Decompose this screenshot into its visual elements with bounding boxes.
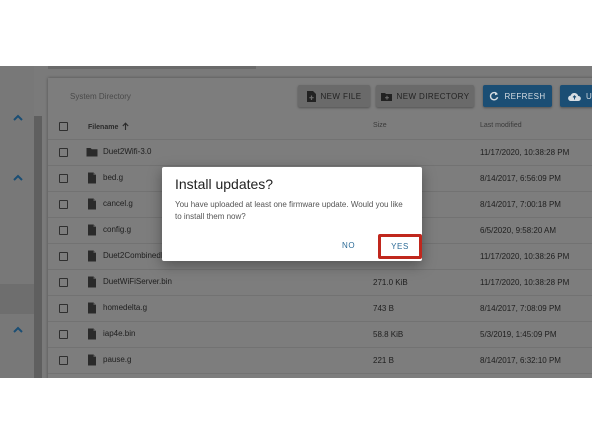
row-checkbox[interactable] xyxy=(59,330,68,339)
sidebar-item-active[interactable] xyxy=(0,284,34,314)
row-checkbox[interactable] xyxy=(59,174,68,183)
file-name[interactable]: Duet2CombinedF xyxy=(103,251,166,260)
table-row[interactable]: iap4e.bin 58.8 KiB 5/3/2019, 1:45:09 PM xyxy=(48,322,592,348)
table-row[interactable]: pause.g 221 B 8/14/2017, 6:32:10 PM xyxy=(48,348,592,374)
file-name[interactable]: DuetWiFiServer.bin xyxy=(103,277,172,286)
upload-button[interactable]: U xyxy=(560,85,592,107)
refresh-icon xyxy=(490,91,499,101)
new-directory-label: NEW DIRECTORY xyxy=(396,91,470,101)
row-checkbox[interactable] xyxy=(59,252,68,261)
file-last-modified: 6/5/2020, 9:58:20 AM xyxy=(480,226,557,235)
column-header-filename[interactable]: Filename xyxy=(88,122,129,131)
dialog-message: You have uploaded at least one firmware … xyxy=(175,200,403,221)
file-name[interactable]: iap4e.bin xyxy=(103,329,135,338)
file-icon xyxy=(88,250,96,262)
chevron-up-icon[interactable] xyxy=(12,324,24,336)
file-size: 743 B xyxy=(373,304,394,313)
file-size: 221 B xyxy=(373,356,394,365)
sidebar xyxy=(0,66,34,378)
chevron-up-icon[interactable] xyxy=(12,112,24,124)
file-name[interactable]: Duet2Wifi-3.0 xyxy=(103,147,151,156)
table-row[interactable]: Duet2Wifi-3.0 11/17/2020, 10:38:28 PM xyxy=(48,140,592,166)
sidebar-scrollbar[interactable] xyxy=(34,116,42,378)
file-toolbar: System Directory NEW FILE NEW DIRECTORY … xyxy=(48,78,592,114)
select-all-checkbox[interactable] xyxy=(59,122,68,131)
row-checkbox[interactable] xyxy=(59,148,68,157)
new-file-icon xyxy=(306,90,316,102)
new-folder-icon xyxy=(380,92,392,101)
row-checkbox[interactable] xyxy=(59,356,68,365)
file-last-modified: 11/17/2020, 10:38:28 PM xyxy=(480,148,570,157)
filename-header-label: Filename xyxy=(88,124,119,131)
row-checkbox[interactable] xyxy=(59,226,68,235)
refresh-button[interactable]: REFRESH xyxy=(483,85,552,107)
dialog-title: Install updates? xyxy=(175,176,274,192)
row-checkbox[interactable] xyxy=(59,278,68,287)
sort-arrow-up-icon xyxy=(122,122,129,130)
file-size: 271.0 KiB xyxy=(373,278,408,287)
table-header-row: Filename Size Last modified xyxy=(48,114,592,140)
yes-button[interactable]: YES xyxy=(378,234,422,259)
folder-icon xyxy=(86,148,98,157)
file-icon xyxy=(88,328,96,340)
table-row[interactable]: homedelta.g 743 B 8/14/2017, 7:08:09 PM xyxy=(48,296,592,322)
file-icon xyxy=(88,224,96,236)
column-header-last-modified[interactable]: Last modified xyxy=(480,122,522,129)
refresh-label: REFRESH xyxy=(504,91,546,101)
file-last-modified: 5/3/2019, 1:45:09 PM xyxy=(480,330,557,339)
row-checkbox[interactable] xyxy=(59,304,68,313)
new-file-button[interactable]: NEW FILE xyxy=(298,85,370,107)
file-name[interactable]: cancel.g xyxy=(103,199,133,208)
column-header-size[interactable]: Size xyxy=(373,122,387,129)
file-last-modified: 8/14/2017, 6:32:10 PM xyxy=(480,356,561,365)
file-icon xyxy=(88,276,96,288)
table-row[interactable]: DuetWiFiServer.bin 271.0 KiB 11/17/2020, 1… xyxy=(48,270,592,296)
file-last-modified: 8/14/2017, 7:08:09 PM xyxy=(480,304,561,313)
file-name[interactable]: homedelta.g xyxy=(103,303,147,312)
no-button[interactable]: NO xyxy=(342,241,355,250)
yes-label: YES xyxy=(391,242,409,251)
cloud-upload-icon xyxy=(568,92,581,101)
chevron-up-icon[interactable] xyxy=(12,172,24,184)
file-last-modified: 11/17/2020, 10:38:26 PM xyxy=(480,252,570,261)
file-icon xyxy=(88,198,96,210)
file-name[interactable]: pause.g xyxy=(103,355,131,364)
upload-label: U xyxy=(586,91,592,101)
new-directory-button[interactable]: NEW DIRECTORY xyxy=(376,85,474,107)
file-icon xyxy=(88,354,96,366)
file-icon xyxy=(88,302,96,314)
file-last-modified: 8/14/2017, 7:00:18 PM xyxy=(480,200,561,209)
file-last-modified: 11/17/2020, 10:38:28 PM xyxy=(480,278,570,287)
new-file-label: NEW FILE xyxy=(320,91,362,101)
file-last-modified: 8/14/2017, 6:56:09 PM xyxy=(480,174,561,183)
file-icon xyxy=(88,172,96,184)
file-name[interactable]: config.g xyxy=(103,225,131,234)
row-checkbox[interactable] xyxy=(59,200,68,209)
file-size: 58.8 KiB xyxy=(373,330,404,339)
install-updates-dialog: Install updates? You have uploaded at le… xyxy=(162,167,422,261)
top-input-underline xyxy=(48,66,256,69)
file-name[interactable]: bed.g xyxy=(103,173,123,182)
directory-breadcrumb[interactable]: System Directory xyxy=(70,92,131,101)
